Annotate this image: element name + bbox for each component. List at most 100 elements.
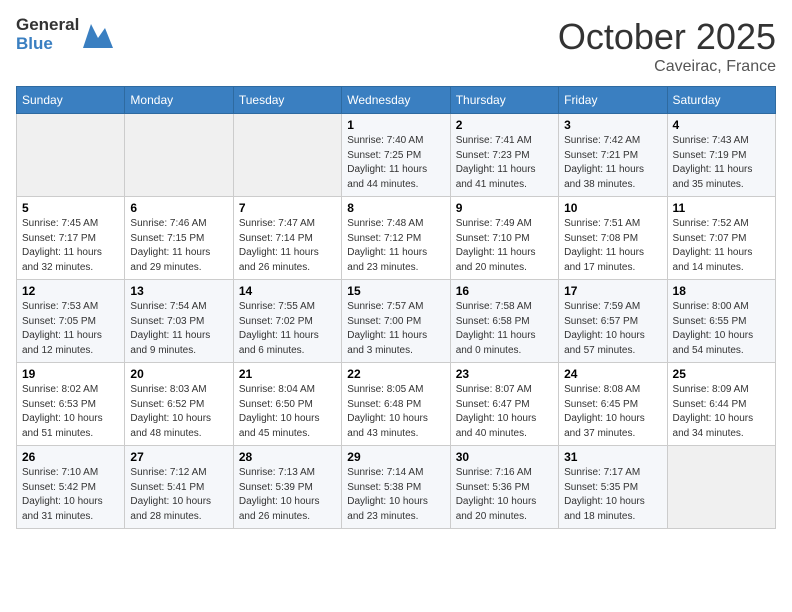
day-info: Sunrise: 7:10 AM Sunset: 5:42 PM Dayligh… <box>22 466 119 524</box>
day-number: 16 <box>456 284 553 298</box>
day-number: 10 <box>564 201 661 215</box>
calendar-cell: 4 Sunrise: 7:43 AM Sunset: 7:19 PM Daylig… <box>667 114 775 197</box>
day-info: Sunrise: 8:07 AM Sunset: 6:47 PM Dayligh… <box>456 383 553 441</box>
day-number: 31 <box>564 450 661 464</box>
day-number: 23 <box>456 367 553 381</box>
day-number: 29 <box>347 450 444 464</box>
calendar-week-row: 26 Sunrise: 7:10 AM Sunset: 5:42 PM Dayli… <box>17 446 776 529</box>
day-info: Sunrise: 8:09 AM Sunset: 6:44 PM Dayligh… <box>673 383 770 441</box>
day-info: Sunrise: 8:04 AM Sunset: 6:50 PM Dayligh… <box>239 383 336 441</box>
calendar-cell: 18 Sunrise: 8:00 AM Sunset: 6:55 PM Dayli… <box>667 280 775 363</box>
day-info: Sunrise: 7:14 AM Sunset: 5:38 PM Dayligh… <box>347 466 444 524</box>
calendar-cell: 22 Sunrise: 8:05 AM Sunset: 6:48 PM Dayli… <box>342 363 450 446</box>
day-of-week-header: Friday <box>559 87 667 114</box>
page-header: General Blue October 2025 Caveirac, Fran… <box>16 16 776 76</box>
calendar-cell: 30 Sunrise: 7:16 AM Sunset: 5:36 PM Dayli… <box>450 446 558 529</box>
calendar-cell <box>17 114 125 197</box>
day-of-week-header: Wednesday <box>342 87 450 114</box>
calendar-cell <box>233 114 341 197</box>
calendar-header-row: SundayMondayTuesdayWednesdayThursdayFrid… <box>17 87 776 114</box>
calendar-cell: 20Sunrise: 8:03 AM Sunset: 6:52 PM Dayli… <box>125 363 233 446</box>
day-info: Sunrise: 8:00 AM Sunset: 6:55 PM Dayligh… <box>673 300 770 358</box>
calendar-week-row: 1Sunrise: 7:40 AM Sunset: 7:25 PM Daylig… <box>17 114 776 197</box>
calendar-cell <box>667 446 775 529</box>
day-number: 15 <box>347 284 444 298</box>
calendar-cell: 19Sunrise: 8:02 AM Sunset: 6:53 PM Dayli… <box>17 363 125 446</box>
day-info: Sunrise: 7:45 AM Sunset: 7:17 PM Dayligh… <box>22 217 119 275</box>
day-number: 28 <box>239 450 336 464</box>
calendar-cell: 10 Sunrise: 7:51 AM Sunset: 7:08 PM Dayli… <box>559 197 667 280</box>
day-number: 2 <box>456 118 553 132</box>
day-number: 7 <box>239 201 336 215</box>
calendar-week-row: 19Sunrise: 8:02 AM Sunset: 6:53 PM Dayli… <box>17 363 776 446</box>
day-number: 24 <box>564 367 661 381</box>
calendar-cell: 28Sunrise: 7:13 AM Sunset: 5:39 PM Dayli… <box>233 446 341 529</box>
day-info: Sunrise: 7:51 AM Sunset: 7:08 PM Dayligh… <box>564 217 661 275</box>
day-number: 13 <box>130 284 227 298</box>
logo-general: General <box>16 16 79 35</box>
calendar-cell: 1Sunrise: 7:40 AM Sunset: 7:25 PM Daylig… <box>342 114 450 197</box>
day-of-week-header: Thursday <box>450 87 558 114</box>
calendar-week-row: 5Sunrise: 7:45 AM Sunset: 7:17 PM Daylig… <box>17 197 776 280</box>
calendar-body: 1Sunrise: 7:40 AM Sunset: 7:25 PM Daylig… <box>17 114 776 529</box>
day-info: Sunrise: 7:42 AM Sunset: 7:21 PM Dayligh… <box>564 134 661 192</box>
day-number: 1 <box>347 118 444 132</box>
calendar-cell: 9 Sunrise: 7:49 AM Sunset: 7:10 PM Daylig… <box>450 197 558 280</box>
day-info: Sunrise: 7:57 AM Sunset: 7:00 PM Dayligh… <box>347 300 444 358</box>
day-number: 3 <box>564 118 661 132</box>
day-number: 26 <box>22 450 119 464</box>
location-subtitle: Caveirac, France <box>558 58 776 76</box>
day-number: 6 <box>130 201 227 215</box>
day-number: 21 <box>239 367 336 381</box>
day-number: 12 <box>22 284 119 298</box>
day-of-week-header: Tuesday <box>233 87 341 114</box>
day-number: 4 <box>673 118 770 132</box>
day-info: Sunrise: 7:16 AM Sunset: 5:36 PM Dayligh… <box>456 466 553 524</box>
day-number: 22 <box>347 367 444 381</box>
day-info: Sunrise: 7:17 AM Sunset: 5:35 PM Dayligh… <box>564 466 661 524</box>
day-info: Sunrise: 7:49 AM Sunset: 7:10 PM Dayligh… <box>456 217 553 275</box>
logo-icon <box>83 20 113 50</box>
day-info: Sunrise: 8:08 AM Sunset: 6:45 PM Dayligh… <box>564 383 661 441</box>
day-info: Sunrise: 7:52 AM Sunset: 7:07 PM Dayligh… <box>673 217 770 275</box>
calendar-cell: 29 Sunrise: 7:14 AM Sunset: 5:38 PM Dayli… <box>342 446 450 529</box>
day-info: Sunrise: 7:59 AM Sunset: 6:57 PM Dayligh… <box>564 300 661 358</box>
calendar-cell: 5Sunrise: 7:45 AM Sunset: 7:17 PM Daylig… <box>17 197 125 280</box>
day-number: 9 <box>456 201 553 215</box>
day-number: 11 <box>673 201 770 215</box>
day-info: Sunrise: 7:58 AM Sunset: 6:58 PM Dayligh… <box>456 300 553 358</box>
calendar-cell: 3 Sunrise: 7:42 AM Sunset: 7:21 PM Daylig… <box>559 114 667 197</box>
calendar-cell: 24 Sunrise: 8:08 AM Sunset: 6:45 PM Dayli… <box>559 363 667 446</box>
calendar-cell: 21 Sunrise: 8:04 AM Sunset: 6:50 PM Dayli… <box>233 363 341 446</box>
calendar-cell: 11 Sunrise: 7:52 AM Sunset: 7:07 PM Dayli… <box>667 197 775 280</box>
day-info: Sunrise: 7:43 AM Sunset: 7:19 PM Dayligh… <box>673 134 770 192</box>
day-info: Sunrise: 7:47 AM Sunset: 7:14 PM Dayligh… <box>239 217 336 275</box>
day-of-week-header: Monday <box>125 87 233 114</box>
logo-blue: Blue <box>16 35 79 54</box>
day-info: Sunrise: 7:54 AM Sunset: 7:03 PM Dayligh… <box>130 300 227 358</box>
day-info: Sunrise: 7:46 AM Sunset: 7:15 PM Dayligh… <box>130 217 227 275</box>
calendar-table: SundayMondayTuesdayWednesdayThursdayFrid… <box>16 86 776 529</box>
day-number: 19 <box>22 367 119 381</box>
day-info: Sunrise: 7:48 AM Sunset: 7:12 PM Dayligh… <box>347 217 444 275</box>
logo: General Blue <box>16 16 113 53</box>
day-of-week-header: Sunday <box>17 87 125 114</box>
day-info: Sunrise: 8:05 AM Sunset: 6:48 PM Dayligh… <box>347 383 444 441</box>
day-number: 30 <box>456 450 553 464</box>
calendar-cell: 16 Sunrise: 7:58 AM Sunset: 6:58 PM Dayli… <box>450 280 558 363</box>
title-block: October 2025 Caveirac, France <box>558 16 776 76</box>
calendar-cell: 27Sunrise: 7:12 AM Sunset: 5:41 PM Dayli… <box>125 446 233 529</box>
calendar-week-row: 12Sunrise: 7:53 AM Sunset: 7:05 PM Dayli… <box>17 280 776 363</box>
month-title: October 2025 <box>558 16 776 58</box>
day-info: Sunrise: 7:41 AM Sunset: 7:23 PM Dayligh… <box>456 134 553 192</box>
calendar-cell: 12Sunrise: 7:53 AM Sunset: 7:05 PM Dayli… <box>17 280 125 363</box>
calendar-cell: 31 Sunrise: 7:17 AM Sunset: 5:35 PM Dayli… <box>559 446 667 529</box>
calendar-cell: 2 Sunrise: 7:41 AM Sunset: 7:23 PM Daylig… <box>450 114 558 197</box>
calendar-cell: 6 Sunrise: 7:46 AM Sunset: 7:15 PM Daylig… <box>125 197 233 280</box>
day-number: 17 <box>564 284 661 298</box>
day-number: 14 <box>239 284 336 298</box>
day-number: 25 <box>673 367 770 381</box>
calendar-cell: 13 Sunrise: 7:54 AM Sunset: 7:03 PM Dayli… <box>125 280 233 363</box>
day-number: 18 <box>673 284 770 298</box>
day-number: 20 <box>130 367 227 381</box>
